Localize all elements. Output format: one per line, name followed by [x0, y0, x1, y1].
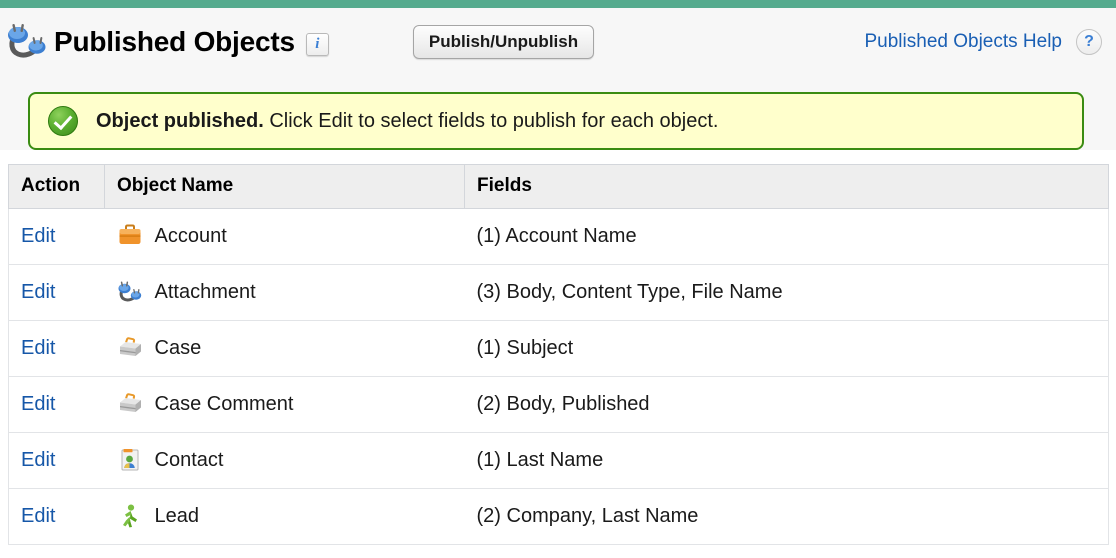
- attachment-icon: [117, 279, 143, 305]
- page-header: Published Objects i Publish/Unpublish Pu…: [0, 8, 1116, 76]
- object-name-label: Case Comment: [154, 392, 294, 415]
- object-name-label: Account: [154, 224, 227, 247]
- edit-link[interactable]: Edit: [21, 281, 55, 303]
- edit-link[interactable]: Edit: [21, 225, 55, 247]
- table-row: Edit Case Comment (2) Body, Published: [8, 376, 1109, 433]
- page-header-center: Publish/Unpublish: [412, 25, 595, 59]
- cell-fields: (1) Subject: [464, 320, 1109, 377]
- briefcase-gray-icon: [117, 335, 143, 361]
- top-accent-bar: [0, 0, 1116, 8]
- table-body: Edit Account (1) Account Name Edit Attac…: [8, 208, 1109, 545]
- object-name-label: Contact: [154, 448, 224, 471]
- table-header: Action Object Name Fields: [8, 164, 1109, 209]
- banner-strong-text: Object published.: [96, 109, 264, 132]
- published-objects-table: Action Object Name Fields Edit Account (…: [8, 164, 1109, 545]
- edit-link[interactable]: Edit: [21, 449, 55, 471]
- cell-object-name: Case Comment: [104, 376, 465, 433]
- table-row: Edit Contact (1) Last Name: [8, 432, 1109, 489]
- cell-fields: (2) Company, Last Name: [464, 488, 1109, 545]
- cell-object-name: Attachment: [104, 264, 465, 321]
- published-objects-help-link[interactable]: Published Objects Help: [865, 31, 1063, 53]
- info-icon[interactable]: i: [305, 32, 329, 56]
- banner-rest-text: Click Edit to select fields to publish f…: [263, 109, 719, 132]
- cell-fields: (1) Account Name: [464, 208, 1109, 265]
- briefcase-orange-icon: [117, 223, 143, 249]
- cell-action: Edit: [8, 488, 105, 545]
- cell-action: Edit: [8, 432, 105, 489]
- briefcase-gray-icon: [117, 391, 143, 417]
- edit-link[interactable]: Edit: [21, 393, 55, 415]
- table-row: Edit Attachment (3) Body, Content Type, …: [8, 264, 1109, 321]
- edit-link[interactable]: Edit: [21, 505, 55, 527]
- publish-unpublish-button[interactable]: Publish/Unpublish: [412, 25, 595, 59]
- cell-fields: (1) Last Name: [464, 432, 1109, 489]
- cell-action: Edit: [8, 264, 105, 321]
- attachment-icon: [6, 20, 50, 64]
- table-header-row: Action Object Name Fields: [8, 164, 1109, 209]
- cell-object-name: Lead: [104, 488, 465, 545]
- cell-action: Edit: [8, 376, 105, 433]
- object-name-label: Attachment: [154, 280, 256, 303]
- table-row: Edit Lead (2) Company, Last Name: [8, 488, 1109, 545]
- column-header-fields: Fields: [464, 164, 1109, 209]
- column-header-object-name: Object Name: [104, 164, 465, 209]
- page-header-right: Published Objects Help ?: [865, 29, 1102, 55]
- object-name-label: Lead: [154, 504, 200, 527]
- table-row: Edit Account (1) Account Name: [8, 208, 1109, 265]
- contact-card-icon: [117, 447, 143, 473]
- edit-link[interactable]: Edit: [21, 337, 55, 359]
- cell-fields: (3) Body, Content Type, File Name: [464, 264, 1109, 321]
- cell-fields: (2) Body, Published: [464, 376, 1109, 433]
- column-header-action: Action: [8, 164, 105, 209]
- cell-action: Edit: [8, 320, 105, 377]
- success-check-icon: [48, 106, 78, 136]
- banner-container: Object published. Click Edit to select f…: [0, 76, 1116, 150]
- page-header-left: Published Objects i: [6, 20, 329, 64]
- object-name-label: Case: [154, 336, 202, 359]
- cell-action: Edit: [8, 208, 105, 265]
- lead-person-icon: [117, 503, 143, 529]
- cell-object-name: Case: [104, 320, 465, 377]
- cell-object-name: Account: [104, 208, 465, 265]
- objects-table-container: Action Object Name Fields Edit Account (…: [0, 150, 1116, 545]
- cell-object-name: Contact: [104, 432, 465, 489]
- help-icon[interactable]: ?: [1076, 29, 1102, 55]
- page-title: Published Objects: [54, 26, 295, 57]
- banner-message: Object published. Click Edit to select f…: [96, 110, 718, 133]
- table-row: Edit Case (1) Subject: [8, 320, 1109, 377]
- success-banner: Object published. Click Edit to select f…: [28, 92, 1084, 150]
